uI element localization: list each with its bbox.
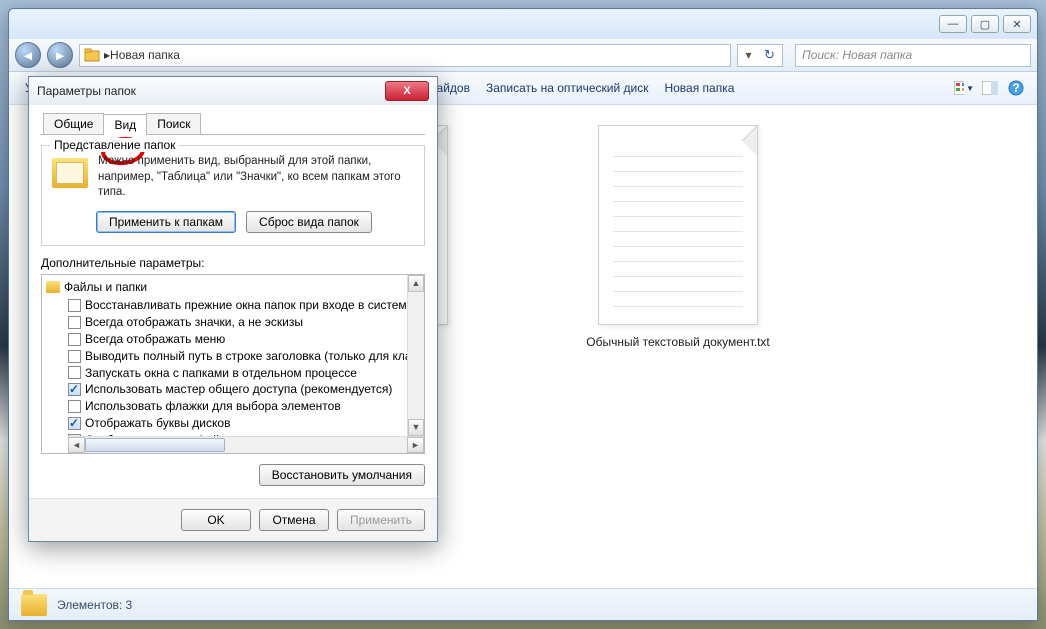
file-item-txt[interactable]: Обычный текстовый документ.txt xyxy=(583,125,773,349)
tree-root[interactable]: Файлы и папки xyxy=(46,279,420,296)
search-input[interactable]: Поиск: Новая папка xyxy=(795,44,1031,67)
search-placeholder: Поиск: Новая папка xyxy=(802,48,912,62)
scroll-up-button[interactable]: ▲ xyxy=(408,275,424,292)
apply-button[interactable]: Применить xyxy=(337,509,425,531)
checkbox[interactable] xyxy=(68,400,81,413)
file-name-label: Обычный текстовый документ.txt xyxy=(586,335,770,349)
close-button[interactable]: ✕ xyxy=(1003,15,1031,33)
option-row[interactable]: Отображать буквы дисков xyxy=(46,415,420,432)
svg-text:?: ? xyxy=(1012,81,1019,95)
navigation-bar: ◄ ► ▸ Новая папка ▾ Поиск: Новая папка xyxy=(9,39,1037,72)
help-button[interactable]: ? xyxy=(1005,77,1027,99)
tab-general[interactable]: Общие xyxy=(43,113,104,134)
option-row[interactable]: Всегда отображать меню xyxy=(46,331,420,348)
tab-view[interactable]: Вид xyxy=(103,114,147,135)
folder-icon xyxy=(52,158,88,188)
vertical-scrollbar[interactable]: ▲ ▼ ◄ ► xyxy=(407,275,424,453)
option-label: Восстанавливать прежние окна папок при в… xyxy=(85,297,413,314)
help-icon: ? xyxy=(1008,80,1024,96)
tab-search[interactable]: Поиск xyxy=(146,113,201,134)
option-label: Всегда отображать меню xyxy=(85,331,225,348)
preview-pane-button[interactable] xyxy=(979,77,1001,99)
newfolder-button[interactable]: Новая папка xyxy=(658,77,740,99)
dialog-titlebar[interactable]: Параметры папок X xyxy=(29,77,437,105)
forward-button[interactable]: ► xyxy=(47,42,73,68)
ok-button[interactable]: OK xyxy=(181,509,251,531)
option-label: Использовать флажки для выбора элементов xyxy=(85,398,341,415)
folder-icon xyxy=(84,48,100,62)
folder-icon xyxy=(21,594,47,616)
cancel-button[interactable]: Отмена xyxy=(259,509,329,531)
file-thumbnail xyxy=(598,125,758,325)
group-title: Представление папок xyxy=(50,138,179,152)
breadcrumb-text: Новая папка xyxy=(110,48,180,62)
apply-to-folders-button[interactable]: Применить к папкам xyxy=(96,211,236,233)
option-label: Запускать окна с папками в отдельном про… xyxy=(85,365,357,382)
breadcrumb[interactable]: ▸ Новая папка xyxy=(79,44,731,67)
folder-icon xyxy=(46,281,60,293)
view-icon xyxy=(954,81,964,95)
advanced-options-list[interactable]: Файлы и папки Восстанавливать прежние ок… xyxy=(41,274,425,454)
pane-icon xyxy=(982,81,998,95)
status-bar: Элементов: 3 xyxy=(9,588,1037,620)
option-label: Всегда отображать значки, а не эскизы xyxy=(85,314,303,331)
tab-strip: Общие Вид Поиск xyxy=(41,113,425,135)
burn-button[interactable]: Записать на оптический диск xyxy=(480,77,655,99)
checkbox[interactable] xyxy=(68,316,81,329)
option-row[interactable]: Восстанавливать прежние окна папок при в… xyxy=(46,297,420,314)
scroll-right-button[interactable]: ► xyxy=(407,437,424,453)
folder-options-dialog: Параметры папок X Общие Вид Поиск Предст… xyxy=(28,76,438,542)
explorer-titlebar[interactable]: — ▢ ✕ xyxy=(9,9,1037,39)
checkbox[interactable] xyxy=(68,299,81,312)
option-label: Использовать мастер общего доступа (реко… xyxy=(85,381,392,398)
folder-views-group: Представление папок Можно применить вид,… xyxy=(41,145,425,246)
dialog-footer: OK Отмена Применить xyxy=(29,498,437,541)
checkbox[interactable] xyxy=(68,350,81,363)
checkbox[interactable] xyxy=(68,417,81,430)
dialog-title-text: Параметры папок xyxy=(37,84,136,98)
text-lines-icon xyxy=(613,142,743,310)
refresh-button[interactable] xyxy=(759,44,783,67)
restore-defaults-button[interactable]: Восстановить умолчания xyxy=(259,464,425,486)
dialog-body: Общие Вид Поиск Представление папок Можн… xyxy=(29,105,437,498)
scroll-down-button[interactable]: ▼ xyxy=(408,419,424,436)
window-buttons: — ▢ ✕ xyxy=(939,15,1031,33)
checkbox[interactable] xyxy=(68,366,81,379)
option-row[interactable]: Всегда отображать значки, а не эскизы xyxy=(46,314,420,331)
reset-folders-button[interactable]: Сброс вида папок xyxy=(246,211,372,233)
option-row[interactable]: Использовать мастер общего доступа (реко… xyxy=(46,381,420,398)
scroll-left-button[interactable]: ◄ xyxy=(68,437,85,453)
advanced-label: Дополнительные параметры: xyxy=(41,256,425,270)
option-row[interactable]: Запускать окна с папками в отдельном про… xyxy=(46,365,420,382)
checkbox[interactable] xyxy=(68,383,81,396)
status-text: Элементов: 3 xyxy=(57,598,132,612)
option-label: Отображать буквы дисков xyxy=(85,415,230,432)
minimize-button[interactable]: — xyxy=(939,15,967,33)
horizontal-scrollbar[interactable]: ◄ ► xyxy=(68,436,424,453)
dialog-close-button[interactable]: X xyxy=(385,81,429,101)
maximize-button[interactable]: ▢ xyxy=(971,15,999,33)
option-label: Выводить полный путь в строке заголовка … xyxy=(85,348,425,365)
back-button[interactable]: ◄ xyxy=(15,42,41,68)
option-row[interactable]: Использовать флажки для выбора элементов xyxy=(46,398,420,415)
checkbox[interactable] xyxy=(68,333,81,346)
option-row[interactable]: Выводить полный путь в строке заголовка … xyxy=(46,348,420,365)
view-mode-button[interactable]: ▼ xyxy=(953,77,975,99)
group-description: Можно применить вид, выбранный для этой … xyxy=(98,154,414,201)
scroll-thumb[interactable] xyxy=(85,438,225,452)
